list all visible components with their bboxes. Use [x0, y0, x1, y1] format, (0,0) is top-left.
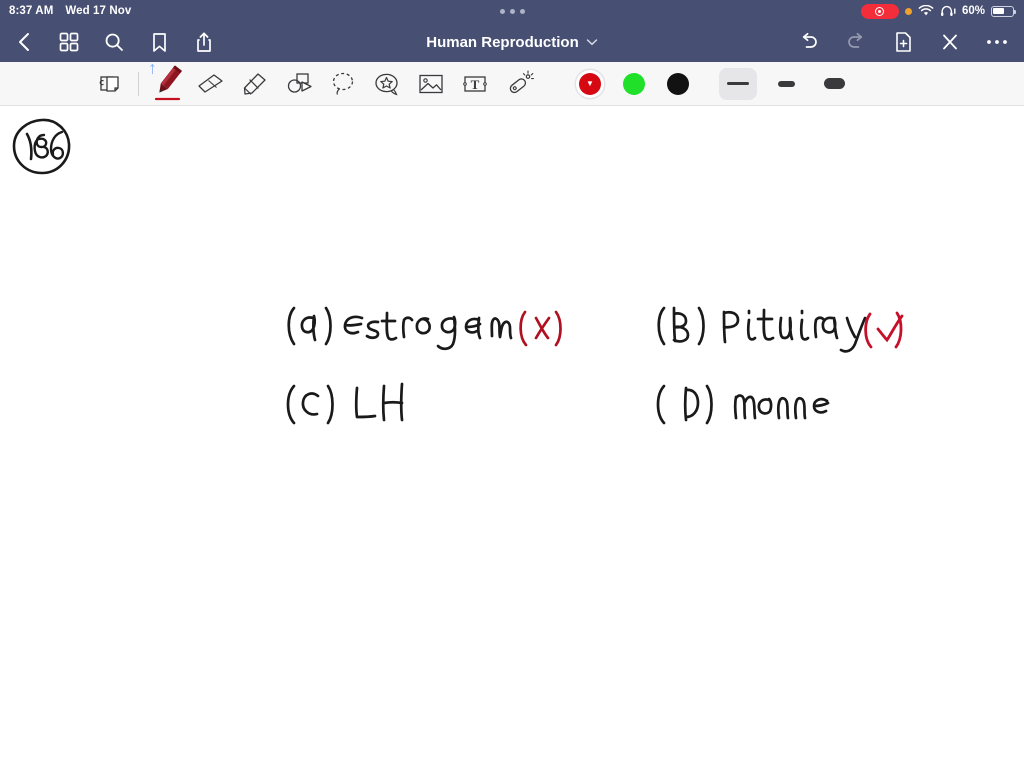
- laser-pointer-tool[interactable]: [497, 63, 541, 105]
- handle-dots-icon: [499, 8, 525, 14]
- answer-d-annotation: [652, 376, 832, 432]
- text-tool[interactable]: T: [453, 63, 497, 105]
- svg-text:T: T: [471, 77, 480, 92]
- battery-percent-label: 60%: [961, 5, 985, 17]
- stroke-width-group: [719, 67, 853, 100]
- lasso-select-tool[interactable]: [321, 63, 365, 105]
- navigation-bar: Human Reproduction: [0, 22, 1024, 62]
- wifi-icon: [918, 5, 934, 16]
- chevron-down-icon: [586, 39, 597, 46]
- status-bar-right: 60%: [860, 3, 1024, 19]
- screen-recording-pill-icon[interactable]: [860, 3, 899, 19]
- redo-icon[interactable]: [843, 29, 869, 55]
- status-date: Wed 17 Nov: [65, 5, 132, 17]
- color-black-swatch[interactable]: [667, 72, 689, 95]
- eraser-tool[interactable]: [189, 63, 233, 105]
- status-bar-left: 8:37 AM Wed 17 Nov: [0, 5, 131, 17]
- stroke-thick-button[interactable]: [815, 68, 853, 100]
- page-number-annotation: [8, 116, 74, 178]
- stroke-thin-button[interactable]: [719, 67, 757, 100]
- page-layers-tool[interactable]: [88, 63, 132, 105]
- drawing-toolbar: ᛏ T ▼: [0, 62, 1024, 106]
- status-bar: 8:37 AM Wed 17 Nov 60%: [0, 0, 1024, 22]
- pen-tool[interactable]: ᛏ: [145, 63, 189, 105]
- toolbar-divider: [138, 71, 139, 96]
- battery-icon: [991, 5, 1017, 17]
- page-title: Human Reproduction: [426, 33, 579, 51]
- answer-b-annotation: [652, 296, 907, 358]
- stroke-medium-button[interactable]: [767, 68, 805, 100]
- shapes-tool[interactable]: [277, 63, 321, 105]
- answer-c-annotation: [282, 376, 412, 432]
- highlighter-tool[interactable]: [233, 63, 277, 105]
- color-red-swatch[interactable]: ▼: [579, 72, 601, 95]
- orange-privacy-dot-icon: [904, 7, 912, 15]
- image-tool[interactable]: [409, 63, 453, 105]
- color-green-swatch[interactable]: [623, 72, 645, 95]
- color-swatch-group: ▼: [579, 72, 689, 95]
- headphones-icon: [940, 5, 956, 16]
- note-canvas[interactable]: [0, 106, 1024, 768]
- answer-a-annotation: [282, 296, 562, 356]
- status-time: 8:37 AM: [9, 5, 54, 17]
- sticker-tool[interactable]: [365, 63, 409, 105]
- notes-app-window: 8:37 AM Wed 17 Nov 60% Human Reproductio…: [0, 0, 1024, 768]
- document-title-button[interactable]: Human Reproduction: [0, 34, 1024, 51]
- color-chevron-down-icon: ▼: [586, 78, 594, 88]
